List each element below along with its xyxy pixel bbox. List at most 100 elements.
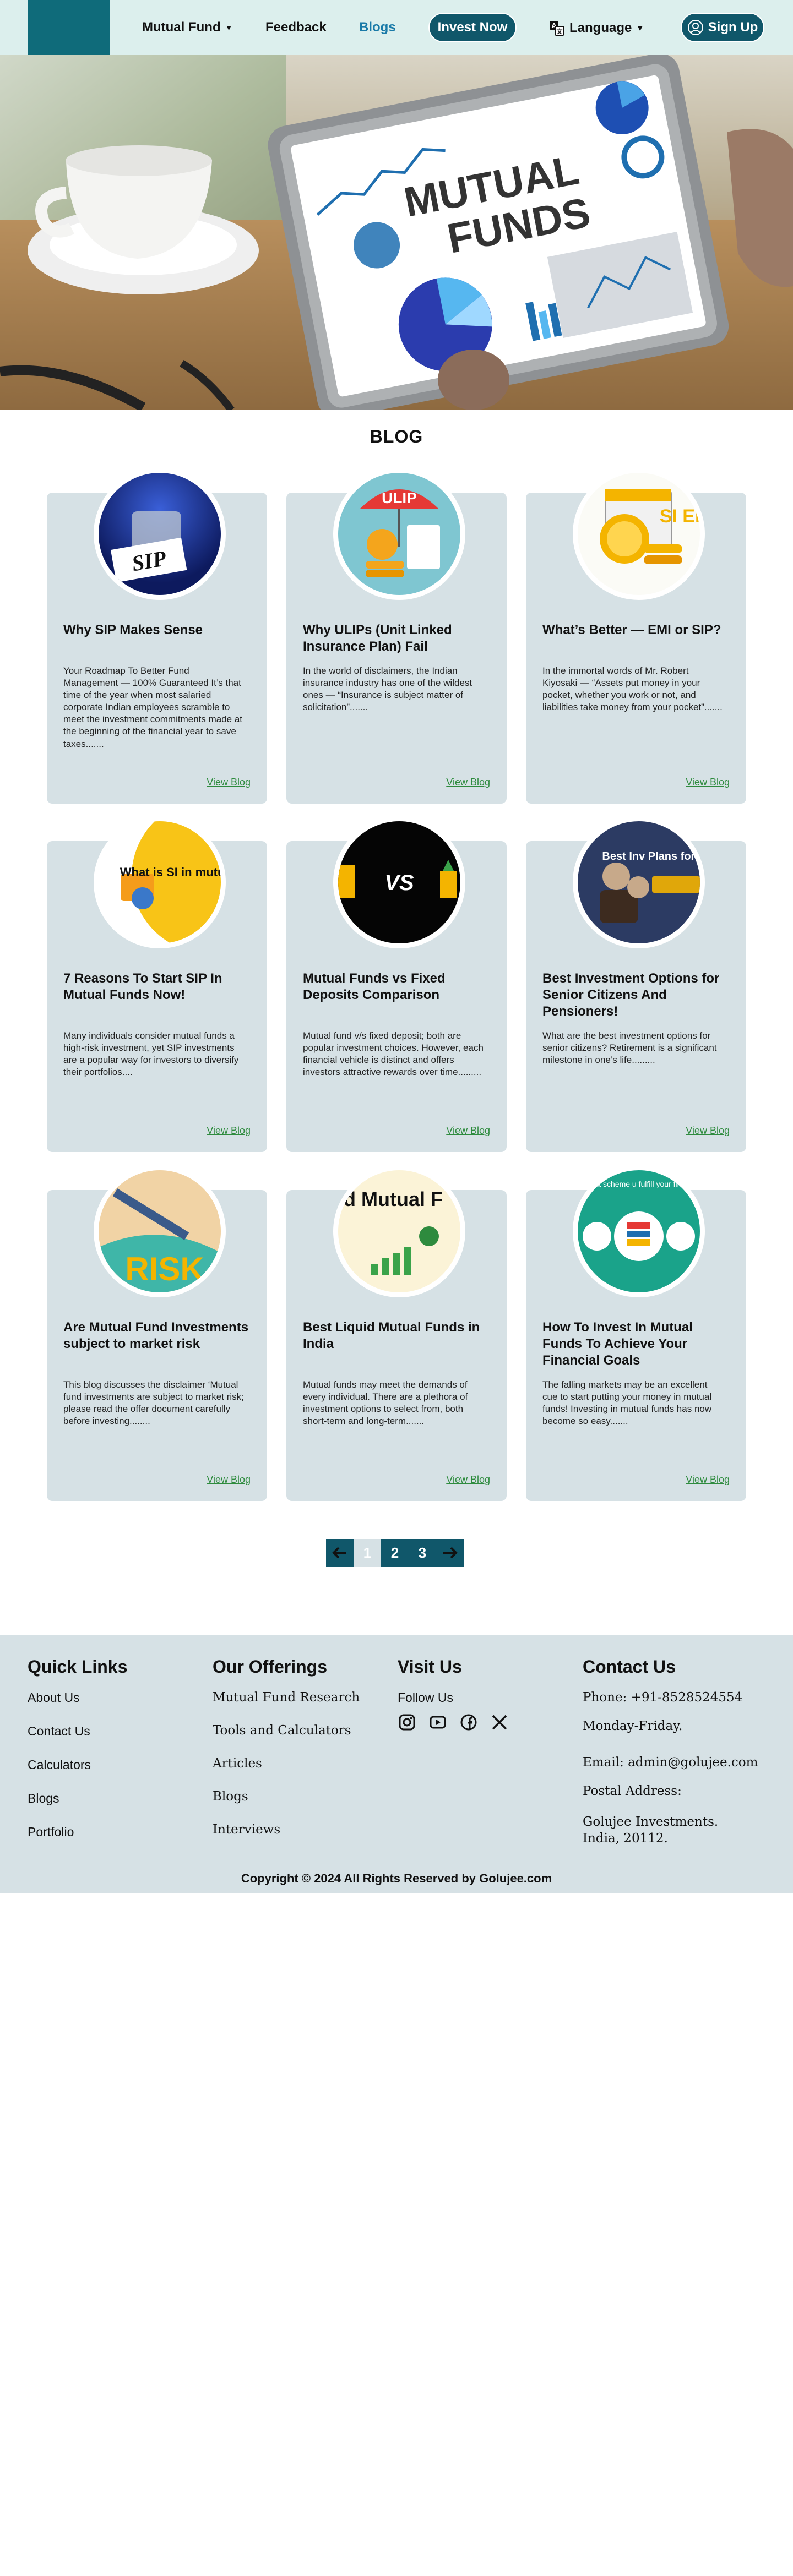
blog-thumbnail[interactable]: SIP	[94, 468, 226, 600]
contact-phone[interactable]: Phone: +91-8528524554	[583, 1690, 758, 1705]
invest-now-button[interactable]: Invest Now	[428, 13, 517, 42]
hero-illustration: MUTUAL FUNDS	[0, 55, 793, 410]
blog-card-title: Best Liquid Mutual Funds in India	[303, 1320, 480, 1351]
follow-us-label: Follow Us	[398, 1690, 453, 1705]
view-blog-link[interactable]: View Blog	[207, 1474, 251, 1486]
view-blog-link[interactable]: View Blog	[207, 777, 251, 788]
view-blog-link[interactable]: View Blog	[686, 1474, 730, 1486]
youtube-icon[interactable]	[428, 1713, 447, 1732]
footer-link-calculators[interactable]: Calculators	[28, 1758, 127, 1772]
language-selector[interactable]: A 文 Language ▼	[548, 20, 644, 36]
blog-card-desc: Mutual fund v/s fixed deposit; both are …	[303, 1030, 484, 1078]
thumb-text: d Mutual F	[344, 1188, 443, 1210]
footer-quick-links: Quick Links About Us Contact Us Calculat…	[28, 1657, 127, 1858]
view-blog-link[interactable]: View Blog	[446, 1125, 490, 1137]
nav-blogs-label: Blogs	[359, 20, 396, 35]
thumb-text: What is SI in mutual f	[120, 865, 221, 879]
invest-now-label: Invest Now	[437, 20, 508, 35]
nav-blogs[interactable]: Blogs	[359, 20, 396, 35]
thumb-text: Best Inv Plans for Citizens	[602, 850, 700, 863]
contact-address-line1: Golujee Investments.	[583, 1815, 719, 1829]
footer-visit: Visit Us Follow Us	[398, 1657, 509, 1732]
instagram-icon[interactable]	[398, 1713, 416, 1732]
view-blog-link[interactable]: View Blog	[446, 777, 490, 788]
social-links	[398, 1713, 509, 1732]
blog-card: SI EM What’s Better — EMI or SIP? In the…	[526, 468, 746, 804]
footer-link-blogs[interactable]: Blogs	[28, 1791, 127, 1806]
site-logo[interactable]	[28, 0, 110, 55]
contact-email[interactable]: Email: admin@golujee.com	[583, 1755, 758, 1770]
blog-card: d Mutual F Best Liquid Mutual Funds in I…	[286, 1165, 507, 1501]
contact-days: Monday-Friday.	[583, 1719, 683, 1733]
prev-page-button[interactable]	[326, 1539, 354, 1567]
blog-card-desc: In the world of disclaimers, the Indian …	[303, 665, 472, 713]
next-page-button[interactable]	[436, 1539, 464, 1567]
blog-heading: BLOG	[370, 427, 423, 446]
navbar: Mutual Fund ▼ Feedback Blogs Invest Now …	[0, 0, 793, 55]
footer-link-interviews[interactable]: Interviews	[213, 1822, 360, 1837]
view-blog-link[interactable]: View Blog	[207, 1125, 251, 1137]
blog-thumbnail[interactable]: w the right scheme u fulfill your financ…	[573, 1165, 705, 1297]
copyright-text: Copyright © 2024 All Rights Reserved by …	[241, 1871, 552, 1885]
page-3-button[interactable]: 3	[409, 1539, 436, 1567]
blog-card-title: 7 Reasons To Start SIP In Mutual Funds N…	[63, 971, 222, 1002]
blog-card: ULIP Why ULIPs (Unit Linked Insurance Pl…	[286, 468, 507, 804]
blog-thumbnail[interactable]: SI EM	[573, 468, 705, 600]
thumb-text: ULIP	[382, 489, 417, 506]
footer-link-about[interactable]: About Us	[28, 1690, 127, 1705]
blog-card-desc: This blog discusses the disclaimer ‘Mutu…	[63, 1379, 244, 1427]
blog-thumbnail[interactable]: ULIP	[333, 468, 465, 600]
footer-link-articles[interactable]: Articles	[213, 1756, 360, 1771]
hero-image: MUTUAL FUNDS	[0, 55, 793, 410]
footer-link-research[interactable]: Mutual Fund Research	[213, 1690, 360, 1705]
nav-mutual-fund-label: Mutual Fund	[142, 20, 221, 35]
blog-card-title: Mutual Funds vs Fixed Deposits Compariso…	[303, 971, 446, 1002]
blog-thumbnail[interactable]: VS	[333, 816, 465, 948]
sign-up-label: Sign Up	[708, 20, 758, 35]
arrow-left-icon	[332, 1547, 346, 1559]
footer: Quick Links About Us Contact Us Calculat…	[0, 1635, 793, 1893]
nav-mutual-fund[interactable]: Mutual Fund ▼	[142, 20, 233, 35]
blog-card-title: Why SIP Makes Sense	[63, 623, 203, 637]
blog-card-desc: What are the best investment options for…	[542, 1030, 717, 1066]
thumb-text: VS	[384, 871, 414, 895]
view-blog-link[interactable]: View Blog	[446, 1474, 490, 1486]
contact-address-line2: India, 20112.	[583, 1831, 668, 1846]
view-blog-link[interactable]: View Blog	[686, 1125, 730, 1137]
footer-link-contact[interactable]: Contact Us	[28, 1724, 127, 1739]
blog-thumbnail[interactable]: What is SI in mutual f	[94, 816, 226, 948]
footer-heading: Quick Links	[28, 1657, 128, 1677]
blog-card-title: Best Investment Options for Senior Citiz…	[542, 971, 720, 1019]
x-icon[interactable]	[490, 1713, 509, 1732]
facebook-icon[interactable]	[459, 1713, 478, 1732]
contact-postal-label: Postal Address:	[583, 1784, 682, 1798]
blog-card-desc: Your Roadmap To Better Fund Management —…	[63, 665, 243, 749]
pagination: 1 2 3	[326, 1539, 464, 1567]
blog-card-desc: Mutual funds may meet the demands of eve…	[303, 1379, 468, 1427]
blog-card: Best Inv Plans for Citizens Best Investm…	[526, 816, 746, 1152]
page-1-button[interactable]: 1	[354, 1539, 381, 1567]
blog-card-title: Are Mutual Fund Investments subject to m…	[63, 1320, 249, 1351]
blog-thumbnail[interactable]: Best Inv Plans for Citizens	[573, 816, 705, 948]
sign-up-button[interactable]: Sign Up	[681, 13, 764, 42]
blog-card: What is SI in mutual f 7 Reasons To Star…	[47, 816, 267, 1152]
footer-offerings: Our Offerings Mutual Fund Research Tools…	[213, 1657, 360, 1855]
thumb-text: w the right scheme u fulfill your financ…	[578, 1180, 700, 1188]
caret-down-icon: ▼	[636, 24, 644, 32]
caret-down-icon: ▼	[225, 23, 233, 32]
nav-feedback[interactable]: Feedback	[265, 20, 327, 35]
page-2-button[interactable]: 2	[381, 1539, 409, 1567]
language-label: Language	[569, 20, 632, 35]
footer-heading: Visit Us	[398, 1657, 462, 1677]
blog-card-desc: The falling markets may be an excellent …	[542, 1379, 712, 1427]
blog-thumbnail[interactable]: d Mutual F	[333, 1165, 465, 1297]
blog-thumbnail[interactable]: RISK	[94, 1165, 226, 1297]
blog-card-title: Why ULIPs (Unit Linked Insurance Plan) F…	[303, 623, 452, 654]
footer-link-blogs-offering[interactable]: Blogs	[213, 1789, 360, 1804]
footer-link-tools[interactable]: Tools and Calculators	[213, 1723, 360, 1738]
thumb-text: SI EM	[660, 506, 700, 527]
view-blog-link[interactable]: View Blog	[686, 777, 730, 788]
blog-card-title: What’s Better — EMI or SIP?	[542, 623, 721, 637]
svg-text:文: 文	[557, 28, 563, 35]
footer-link-portfolio[interactable]: Portfolio	[28, 1825, 127, 1840]
